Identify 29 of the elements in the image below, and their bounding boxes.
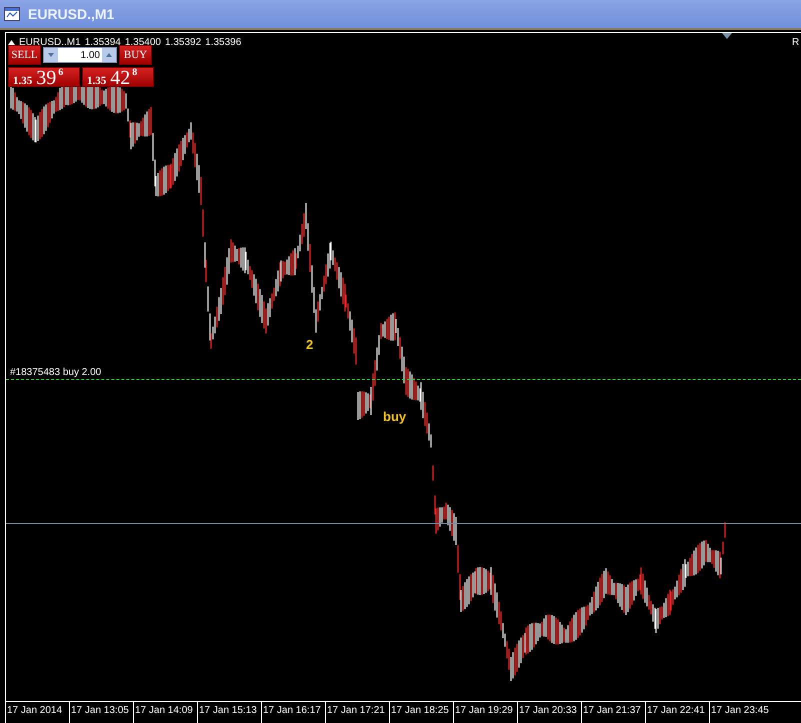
time-label: 17 Jan 17:21 [325, 702, 389, 723]
time-label: 17 Jan 15:13 [197, 702, 261, 723]
buy-button[interactable]: BUY [119, 45, 152, 65]
lot-value: 1.00 [80, 48, 101, 62]
quote-value: 1.35396 [205, 36, 242, 50]
window-title: EURUSD.,M1 [28, 4, 114, 24]
time-label: 17 Jan 19:29 [453, 702, 517, 723]
time-label: 17 Jan 18:25 [389, 702, 453, 723]
time-label: 17 Jan 22:41 [645, 702, 709, 723]
quote-value: 1.35394 [84, 36, 121, 50]
chart-annotation: buy [383, 408, 406, 426]
time-label: 17 Jan 20:33 [517, 702, 581, 723]
time-label: 17 Jan 21:37 [581, 702, 645, 723]
time-label: 17 Jan 2014 [5, 702, 69, 723]
sell-button[interactable]: SELL [8, 45, 41, 65]
time-label: 17 Jan 23:45 [709, 702, 773, 723]
shift-marker-icon [722, 33, 732, 39]
chart-annotation: 2 [306, 336, 314, 354]
window-icon [4, 7, 20, 21]
time-label: 17 Jan 14:09 [133, 702, 197, 723]
time-label: 17 Jan 16:17 [261, 702, 325, 723]
quote-value: 1.35392 [165, 36, 202, 50]
edge-label: R [792, 36, 800, 50]
triangle-icon [8, 40, 15, 45]
order-label: #18375483 buy 2.00 [10, 366, 102, 380]
caret-down-icon[interactable] [44, 48, 58, 62]
caret-up-icon[interactable] [102, 48, 116, 62]
time-label: 17 Jan 13:05 [69, 702, 133, 723]
lot-field[interactable]: 1.00 [43, 47, 117, 63]
